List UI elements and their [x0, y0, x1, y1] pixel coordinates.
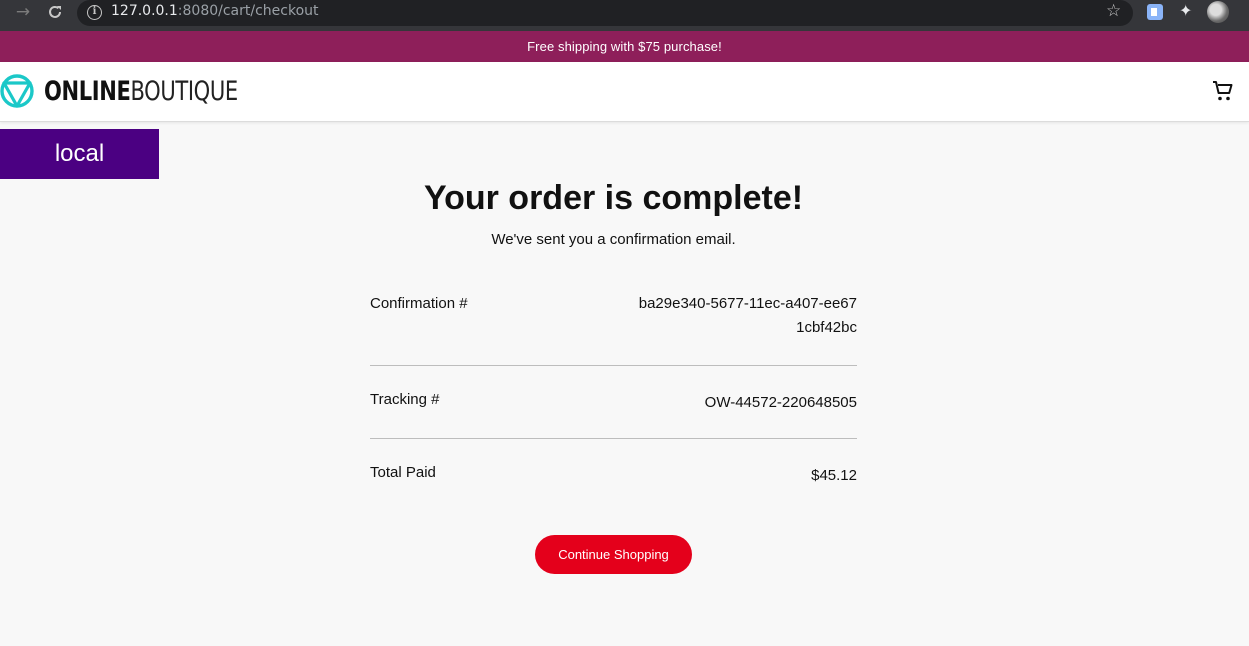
confirmation-label: Confirmation #	[370, 295, 468, 312]
tracking-label: Tracking #	[370, 391, 440, 408]
env-badge-label: local	[54, 140, 105, 167]
extensions-puzzle-icon[interactable]: ✦	[1179, 1, 1192, 20]
total-row: Total Paid $45.12	[370, 439, 857, 509]
continue-shopping-button[interactable]: Continue Shopping	[535, 535, 692, 574]
logo-icon	[0, 74, 34, 108]
promo-text: Free shipping with $75 purchase!	[527, 39, 722, 54]
site-header: ONLINEBOUTIQUE	[0, 62, 1249, 122]
browser-toolbar: → i 127.0.0.1:8080/cart/checkout ☆ ✦	[0, 0, 1249, 31]
profile-avatar[interactable]	[1207, 1, 1229, 23]
env-badge: local	[0, 129, 159, 179]
extension-icon[interactable]	[1147, 4, 1163, 20]
page-subtitle: We've sent you a confirmation email.	[491, 231, 736, 248]
info-icon[interactable]: i	[87, 5, 102, 20]
page-title: Your order is complete!	[423, 179, 804, 217]
order-details: Confirmation # ba29e340-5677-11ec-a407-e…	[370, 292, 857, 509]
reload-icon[interactable]	[44, 1, 66, 23]
address-bar[interactable]: i 127.0.0.1:8080/cart/checkout	[77, 0, 1133, 26]
total-label: Total Paid	[370, 464, 436, 481]
tracking-row: Tracking # OW-44572-220648505	[370, 366, 857, 439]
bookmark-star-icon[interactable]: ☆	[1106, 1, 1121, 21]
total-value: $45.12	[811, 467, 857, 484]
cart-icon[interactable]	[1211, 79, 1235, 103]
tracking-value: OW-44572-220648505	[704, 394, 857, 411]
confirmation-row: Confirmation # ba29e340-5677-11ec-a407-e…	[370, 292, 857, 366]
logo-wordmark: ONLINEBOUTIQUE	[44, 75, 238, 107]
promo-banner: Free shipping with $75 purchase!	[0, 31, 1249, 62]
forward-arrow-icon[interactable]: →	[12, 1, 34, 23]
url-text[interactable]: 127.0.0.1:8080/cart/checkout	[111, 3, 319, 19]
logo[interactable]: ONLINEBOUTIQUE	[0, 72, 292, 110]
confirmation-value: ba29e340-5677-11ec-a407-ee671cbf42bc	[638, 295, 857, 336]
